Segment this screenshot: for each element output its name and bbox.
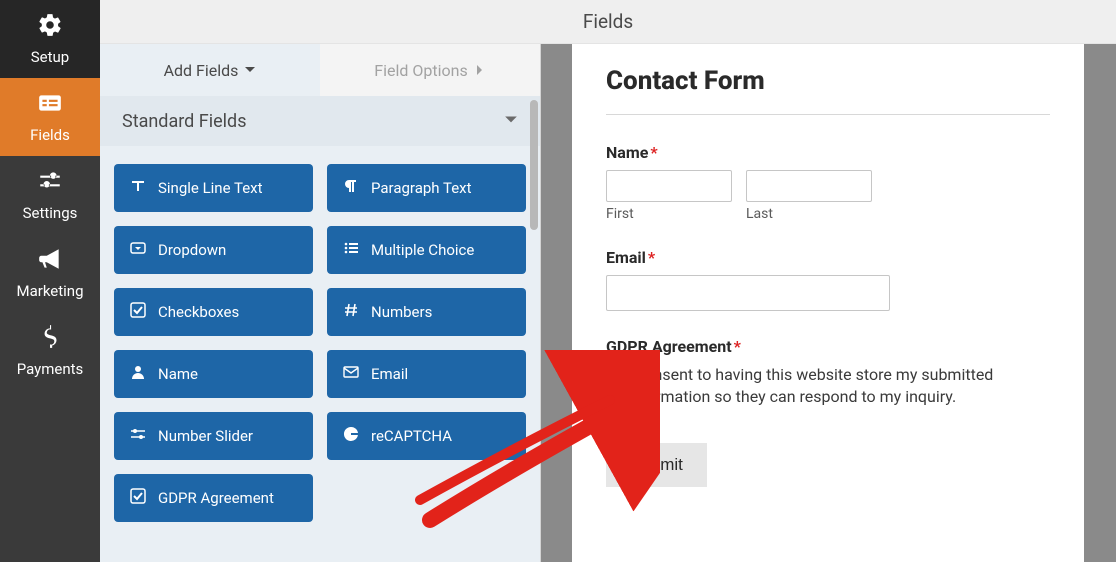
sidebar-item-marketing[interactable]: Marketing bbox=[0, 234, 100, 312]
required-mark: * bbox=[650, 143, 657, 162]
envelope-icon bbox=[343, 364, 359, 384]
main-area: Fields Add Fields Field Options Standard… bbox=[100, 0, 1116, 562]
sidebar-item-settings[interactable]: Settings bbox=[0, 156, 100, 234]
paragraph-icon bbox=[343, 178, 359, 198]
field-email-block[interactable]: Email* bbox=[606, 248, 1050, 311]
field-grid: Single Line Text Paragraph Text Dropdown… bbox=[100, 146, 540, 540]
chevron-right-icon bbox=[474, 61, 486, 80]
tab-label: Field Options bbox=[374, 61, 467, 80]
field-label-email: Email* bbox=[606, 248, 1050, 267]
field-label: Name bbox=[158, 365, 198, 383]
slider-icon bbox=[130, 426, 146, 446]
field-gdpr-block[interactable]: GDPR Agreement* I consent to having this… bbox=[606, 337, 1050, 409]
field-label-name: Name* bbox=[606, 143, 1050, 162]
tab-label: Add Fields bbox=[164, 61, 239, 80]
preview-gutter-left bbox=[540, 44, 572, 562]
preview-gutter-right bbox=[1084, 44, 1116, 562]
sidebar-item-fields[interactable]: Fields bbox=[0, 78, 100, 156]
field-numbers[interactable]: Numbers bbox=[327, 288, 526, 336]
field-single-line-text[interactable]: Single Line Text bbox=[114, 164, 313, 212]
field-email[interactable]: Email bbox=[327, 350, 526, 398]
sidebar-item-setup[interactable]: Setup bbox=[0, 0, 100, 78]
dropdown-icon bbox=[130, 240, 146, 260]
chevron-down-icon bbox=[244, 61, 256, 80]
sidebar-label: Marketing bbox=[16, 282, 83, 300]
google-icon bbox=[343, 426, 359, 446]
form-preview: Contact Form Name* First Last bbox=[572, 44, 1084, 562]
group-header-standard[interactable]: Standard Fields bbox=[100, 96, 540, 146]
field-paragraph-text[interactable]: Paragraph Text bbox=[327, 164, 526, 212]
field-label: Dropdown bbox=[158, 241, 226, 259]
sidebar-label: Settings bbox=[23, 204, 78, 222]
check-icon bbox=[130, 302, 146, 322]
divider bbox=[606, 114, 1050, 115]
topbar: Fields bbox=[100, 0, 1116, 44]
group-title: Standard Fields bbox=[122, 111, 247, 132]
page-title: Fields bbox=[583, 10, 633, 33]
field-label: Multiple Choice bbox=[371, 241, 474, 259]
label-text: GDPR Agreement bbox=[606, 337, 732, 356]
email-input[interactable] bbox=[606, 275, 890, 311]
sidebar-label: Payments bbox=[17, 360, 84, 378]
consent-checkbox[interactable] bbox=[606, 366, 618, 384]
field-label: Email bbox=[371, 365, 408, 383]
field-label: Numbers bbox=[371, 303, 432, 321]
sliders-icon bbox=[37, 168, 63, 198]
field-number-slider[interactable]: Number Slider bbox=[114, 412, 313, 460]
field-dropdown[interactable]: Dropdown bbox=[114, 226, 313, 274]
field-label-gdpr: GDPR Agreement* bbox=[606, 337, 1050, 356]
tab-add-fields[interactable]: Add Fields bbox=[100, 44, 320, 96]
field-label: Single Line Text bbox=[158, 179, 263, 197]
required-mark: * bbox=[648, 248, 655, 267]
field-name-block[interactable]: Name* First Last bbox=[606, 143, 1050, 222]
chevron-down-icon bbox=[504, 111, 518, 132]
submit-button[interactable]: Submit bbox=[606, 443, 707, 487]
dollar-icon bbox=[37, 324, 63, 354]
field-label: reCAPTCHA bbox=[371, 427, 452, 445]
label-text: Email bbox=[606, 248, 646, 267]
field-label: Number Slider bbox=[158, 427, 253, 445]
scrollbar[interactable] bbox=[530, 100, 538, 230]
tab-field-options[interactable]: Field Options bbox=[320, 44, 540, 96]
sublabel-last: Last bbox=[746, 206, 872, 222]
fields-panel: Add Fields Field Options Standard Fields bbox=[100, 44, 540, 562]
sublabel-first: First bbox=[606, 206, 732, 222]
field-checkboxes[interactable]: Checkboxes bbox=[114, 288, 313, 336]
bullhorn-icon bbox=[37, 246, 63, 276]
list-icon bbox=[343, 240, 359, 260]
field-multiple-choice[interactable]: Multiple Choice bbox=[327, 226, 526, 274]
field-gdpr-agreement[interactable]: GDPR Agreement bbox=[114, 474, 313, 522]
required-mark: * bbox=[734, 337, 741, 356]
last-name-input[interactable] bbox=[746, 170, 872, 202]
label-text: Name bbox=[606, 143, 648, 162]
field-label: Paragraph Text bbox=[371, 179, 472, 197]
user-icon bbox=[130, 364, 146, 384]
check-square-icon bbox=[130, 488, 146, 508]
field-name[interactable]: Name bbox=[114, 350, 313, 398]
hash-icon bbox=[343, 302, 359, 322]
gear-icon bbox=[37, 12, 63, 42]
first-name-input[interactable] bbox=[606, 170, 732, 202]
consent-text: I consent to having this website store m… bbox=[628, 364, 1050, 409]
field-recaptcha[interactable]: reCAPTCHA bbox=[327, 412, 526, 460]
sidebar: Setup Fields Settings Marketing Payments bbox=[0, 0, 100, 562]
sidebar-item-payments[interactable]: Payments bbox=[0, 312, 100, 390]
form-title: Contact Form bbox=[606, 66, 1050, 96]
field-label: Checkboxes bbox=[158, 303, 239, 321]
field-label: GDPR Agreement bbox=[158, 489, 274, 507]
form-icon bbox=[37, 90, 63, 120]
text-icon bbox=[130, 178, 146, 198]
sidebar-label: Setup bbox=[31, 48, 69, 66]
sidebar-label: Fields bbox=[30, 126, 70, 144]
